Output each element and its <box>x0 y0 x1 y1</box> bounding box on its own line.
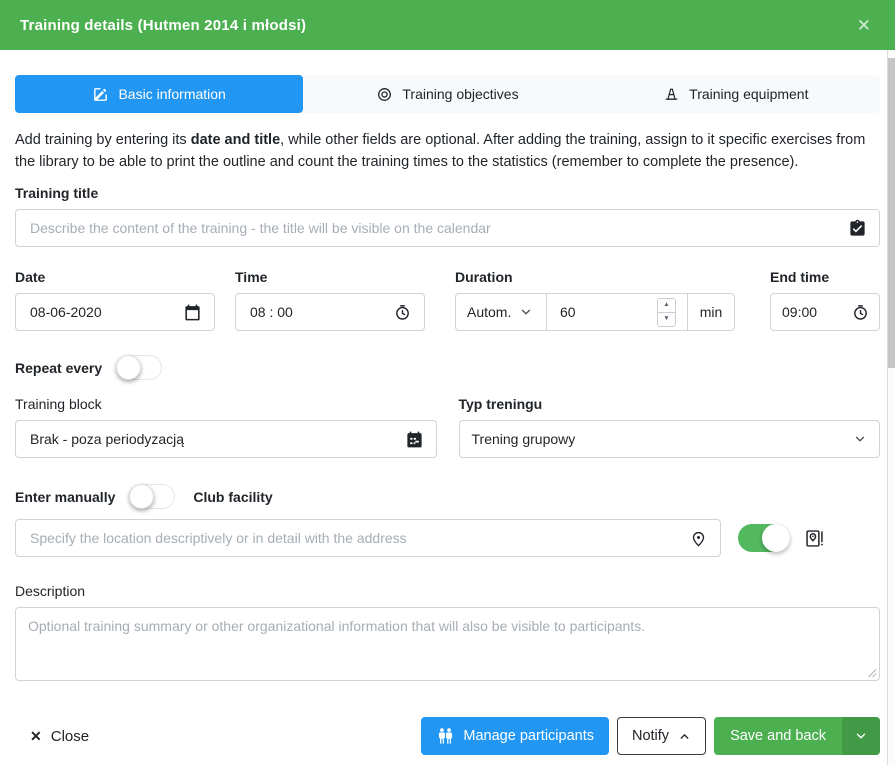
chevron-down-icon <box>853 432 867 446</box>
tab-label: Training objectives <box>402 86 518 102</box>
tab-bar: Basic information Training objectives Tr… <box>15 75 880 113</box>
duration-group: Autom. ▲▼ min <box>455 293 735 331</box>
calendar-icon[interactable] <box>183 303 202 322</box>
training-title-input[interactable] <box>28 219 840 237</box>
date-label: Date <box>15 269 215 285</box>
duration-input[interactable] <box>558 303 622 321</box>
description-field <box>15 607 880 681</box>
duration-mode-select[interactable]: Autom. <box>455 293 547 331</box>
time-field <box>235 293 425 331</box>
club-facility-toggle[interactable] <box>738 524 790 552</box>
stepper-up-icon[interactable]: ▲ <box>658 299 675 313</box>
manage-participants-label: Manage participants <box>463 728 594 744</box>
time-input[interactable] <box>248 303 385 321</box>
location-field <box>15 519 721 557</box>
manage-participants-button[interactable]: Manage participants <box>421 717 609 755</box>
tab-label: Basic information <box>118 86 225 102</box>
repeat-every-toggle[interactable] <box>116 355 162 380</box>
training-title-label: Training title <box>15 185 880 201</box>
duration-value-field: ▲▼ <box>546 293 688 331</box>
periodization-calendar-icon[interactable] <box>405 430 424 449</box>
description-input[interactable] <box>16 608 879 680</box>
intro-bold: date and title <box>191 132 280 148</box>
clock-icon[interactable] <box>393 303 412 322</box>
training-title-field <box>15 209 880 247</box>
date-input[interactable] <box>28 303 175 321</box>
tab-training-objectives[interactable]: Training objectives <box>303 75 591 113</box>
description-label: Description <box>15 583 880 599</box>
training-type-label: Typ treningu <box>459 396 881 412</box>
tab-basic-information[interactable]: Basic information <box>15 75 303 113</box>
save-and-back-button[interactable]: Save and back <box>714 717 880 755</box>
modal-title: Training details (Hutmen 2014 i młodsi) <box>20 17 306 34</box>
training-block-input[interactable] <box>28 430 397 448</box>
training-block-field[interactable] <box>15 420 437 458</box>
notify-button[interactable]: Notify <box>617 717 706 755</box>
clock-icon[interactable] <box>851 303 870 322</box>
chevron-down-icon <box>854 729 868 743</box>
location-input[interactable] <box>28 529 681 547</box>
end-time-field <box>770 293 880 331</box>
number-stepper[interactable]: ▲▼ <box>657 298 676 327</box>
enter-manually-label: Enter manually <box>15 489 115 505</box>
duration-unit: min <box>687 293 735 331</box>
time-label: Time <box>235 269 425 285</box>
close-icon[interactable]: ✕ <box>857 17 875 34</box>
duration-label: Duration <box>455 269 735 285</box>
club-facility-map-icon[interactable] <box>804 528 825 549</box>
map-pin-icon[interactable] <box>689 529 708 548</box>
chevron-up-icon <box>678 730 691 743</box>
enter-manually-toggle[interactable] <box>129 484 175 509</box>
chevron-down-icon <box>519 305 533 319</box>
notify-label: Notify <box>632 728 669 744</box>
tab-training-equipment[interactable]: Training equipment <box>592 75 880 113</box>
target-icon <box>376 86 393 103</box>
toggle-knob <box>762 524 790 552</box>
close-label: Close <box>51 728 89 745</box>
toggle-knob <box>129 484 154 509</box>
scrollbar-thumb[interactable] <box>888 58 895 368</box>
close-icon: ✕ <box>30 728 42 745</box>
modal-header: Training details (Hutmen 2014 i młodsi) … <box>0 0 895 50</box>
end-time-label: End time <box>770 269 880 285</box>
club-facility-label: Club facility <box>193 489 272 505</box>
date-field <box>15 293 215 331</box>
end-time-input[interactable] <box>780 303 849 321</box>
training-type-select[interactable]: Trening grupowy <box>459 420 881 458</box>
vertical-scrollbar[interactable] <box>887 50 895 765</box>
save-dropdown-toggle[interactable] <box>842 717 880 755</box>
repeat-every-label: Repeat every <box>15 360 102 376</box>
training-block-label: Training block <box>15 396 437 412</box>
close-button[interactable]: ✕ Close <box>30 728 89 745</box>
edit-icon <box>92 86 109 103</box>
stepper-down-icon[interactable]: ▼ <box>658 313 675 326</box>
save-label[interactable]: Save and back <box>714 717 842 755</box>
people-icon <box>436 727 455 746</box>
tab-label: Training equipment <box>689 86 808 102</box>
cone-icon <box>663 86 680 103</box>
clipboard-check-icon[interactable] <box>848 219 867 238</box>
intro-text: Add training by entering its date and ti… <box>15 129 880 173</box>
toggle-knob <box>116 355 141 380</box>
